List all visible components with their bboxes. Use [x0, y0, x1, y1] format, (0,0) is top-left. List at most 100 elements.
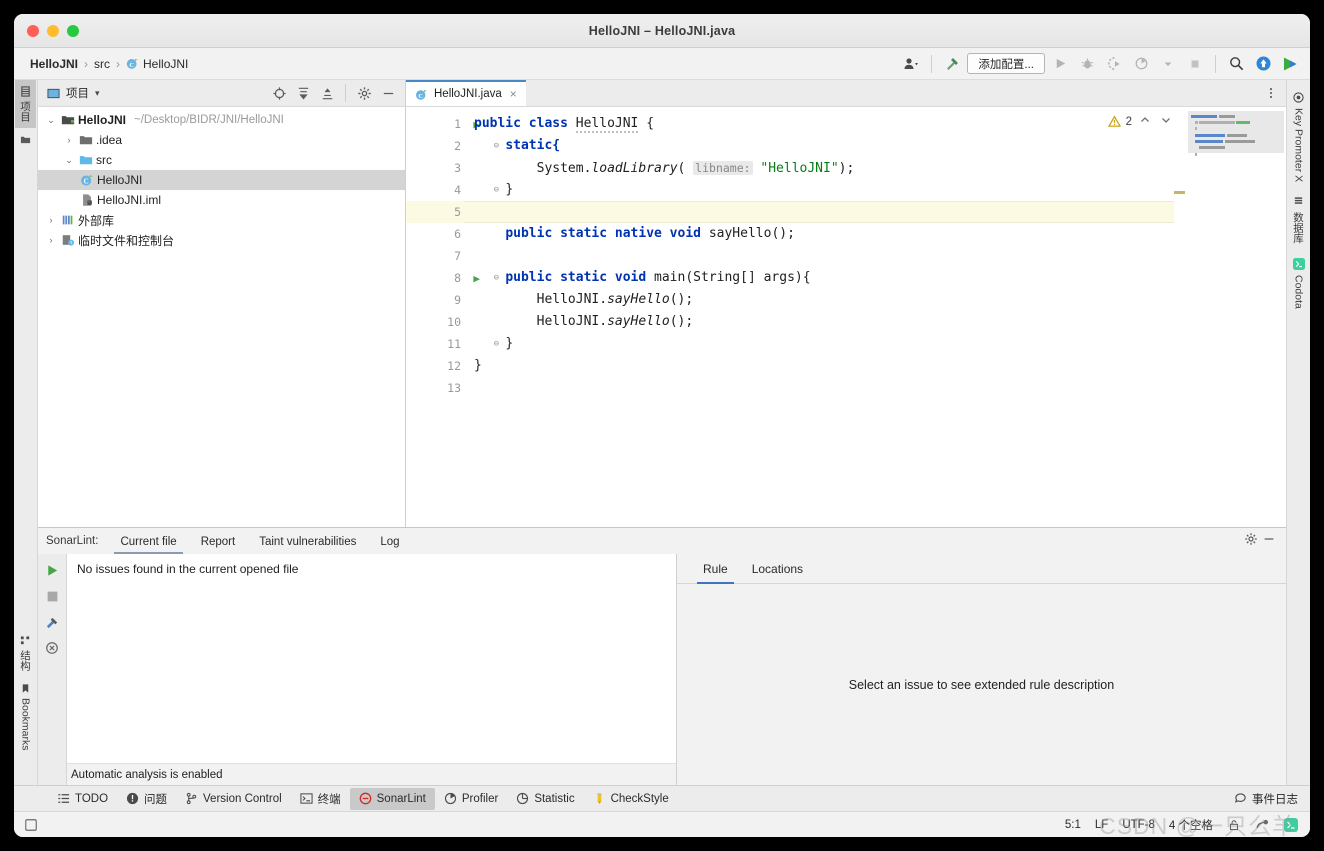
build-hammer-icon[interactable]: [940, 53, 964, 75]
next-problem-icon[interactable]: [1158, 114, 1174, 129]
code-line-11: }: [464, 333, 1174, 355]
tab-taint-vulnerabilities[interactable]: Taint vulnerabilities: [247, 528, 368, 554]
breadcrumb-item-class[interactable]: C HelloJNI: [124, 56, 190, 72]
run-anything-icon[interactable]: [1278, 53, 1302, 75]
panel-divider: [345, 84, 346, 102]
key-promoter-icon: [1293, 92, 1304, 103]
tree-node-hellojni-class[interactable]: C HelloJNI: [38, 170, 405, 190]
tab-rule[interactable]: Rule: [691, 554, 740, 584]
sidebar-item-database[interactable]: 数据库: [1288, 190, 1309, 250]
codota-status-icon[interactable]: [1284, 817, 1298, 832]
sidebar-item-codota[interactable]: Codota: [1290, 252, 1308, 315]
clean-icon[interactable]: [44, 614, 60, 630]
hide-panel-icon[interactable]: [1262, 532, 1276, 551]
breadcrumb-item-src[interactable]: src: [92, 56, 112, 72]
tool-button-todo[interactable]: TODO: [48, 788, 117, 810]
sidebar-item-project[interactable]: 项目: [15, 80, 36, 128]
status-bar: 5:1 LF UTF-8 4 个空格 CSDN @一只么羊: [14, 811, 1310, 837]
line-number: 6: [454, 227, 461, 241]
chevron-down-icon[interactable]: ⌄: [44, 115, 58, 126]
line-number: 3: [454, 161, 461, 175]
tool-button-statistic[interactable]: Statistic: [507, 788, 583, 810]
tool-button-checkstyle[interactable]: CheckStyle: [584, 788, 678, 810]
tree-node-src[interactable]: ⌄ src: [38, 150, 405, 170]
close-icon[interactable]: ×: [510, 87, 517, 101]
indent-size[interactable]: 4 个空格: [1169, 817, 1213, 833]
inspection-widget[interactable]: 2: [1107, 114, 1174, 129]
hide-panel-icon[interactable]: [377, 83, 399, 103]
error-stripe-marker[interactable]: [1174, 107, 1186, 527]
tool-button-sonarlint[interactable]: SonarLint: [349, 787, 435, 810]
editor-tab-overflow[interactable]: [1264, 80, 1286, 106]
vcs-branch-icon[interactable]: [1255, 817, 1270, 832]
tool-button-terminal[interactable]: 终端: [291, 788, 350, 810]
read-only-lock-icon[interactable]: [1227, 818, 1241, 832]
stop-icon[interactable]: [1183, 53, 1207, 75]
token-brace: {: [646, 116, 655, 131]
event-log-button[interactable]: 事件日志: [1234, 791, 1310, 807]
chevron-down-icon[interactable]: [1156, 53, 1180, 75]
tree-node-idea[interactable]: › .idea: [38, 130, 405, 150]
tool-button-profiler[interactable]: Profiler: [435, 788, 507, 810]
ide-window: HelloJNI – HelloJNI.java HelloJNI › src …: [14, 14, 1310, 837]
search-everywhere-icon[interactable]: [1224, 53, 1248, 75]
chevron-down-icon[interactable]: ⌄: [62, 155, 76, 166]
inspection-count: 2: [1125, 115, 1132, 128]
chevron-right-icon[interactable]: ›: [44, 235, 58, 245]
run-with-coverage-icon[interactable]: [1102, 53, 1126, 75]
chevron-right-icon[interactable]: ›: [62, 135, 76, 145]
tab-report[interactable]: Report: [189, 528, 248, 554]
project-panel-title-group[interactable]: 项目 ▾: [47, 85, 100, 101]
locate-target-icon[interactable]: [268, 83, 290, 103]
sidebar-item-key-promoter-x[interactable]: Key Promoter X: [1290, 86, 1308, 188]
gutter-line: 5: [406, 201, 464, 223]
sonarlint-icon: [359, 792, 372, 805]
sidebar-label-database: 数据库: [1292, 212, 1304, 244]
line-separator[interactable]: LF: [1095, 819, 1108, 831]
sidebar-item-structure[interactable]: 结构: [15, 629, 36, 677]
sidebar-item-folder[interactable]: [17, 128, 34, 151]
editor-gutter[interactable]: 1 ▶ 2 ⊖ 3 4 ⊖ 5 6 7 8 ▶ ⊖ 9 10 11 ⊖ 12 1…: [406, 107, 499, 527]
editor-tab-hellojni-java[interactable]: C HelloJNI.java ×: [406, 80, 526, 106]
settings-gear-icon[interactable]: [1244, 532, 1258, 551]
breadcrumb-item-project[interactable]: HelloJNI: [28, 56, 80, 72]
expand-all-icon[interactable]: [292, 83, 314, 103]
code-minimap[interactable]: [1186, 107, 1286, 527]
tab-log[interactable]: Log: [368, 528, 411, 554]
run-icon[interactable]: [1048, 53, 1072, 75]
caret-position[interactable]: 5:1: [1065, 819, 1081, 831]
cancel-icon[interactable]: [44, 640, 60, 656]
tool-button-problems[interactable]: 问题: [117, 788, 176, 810]
tree-node-hellojni-iml[interactable]: HelloJNI.iml: [38, 190, 405, 210]
tree-node-hellojni-root[interactable]: ⌄ HelloJNI ~/Desktop/BIDR/JNI/HelloJNI: [38, 110, 405, 130]
sonarlint-body: No issues found in the current opened fi…: [38, 554, 1286, 785]
toolbar-divider: [931, 54, 933, 73]
profile-icon[interactable]: [1129, 53, 1153, 75]
chevron-right-icon[interactable]: ›: [44, 215, 58, 225]
tab-locations[interactable]: Locations: [740, 554, 815, 584]
user-dropdown-icon[interactable]: [899, 53, 923, 75]
analyze-run-icon[interactable]: [44, 562, 60, 578]
settings-gear-icon[interactable]: [353, 83, 375, 103]
toggle-navbar-icon[interactable]: [24, 818, 38, 832]
tool-window-bar: TODO 问题 Version Control 终端 SonarLint Pro…: [14, 785, 1310, 811]
update-project-icon[interactable]: [1251, 53, 1275, 75]
collapse-all-icon[interactable]: [316, 83, 338, 103]
debug-icon[interactable]: [1075, 53, 1099, 75]
stop-icon[interactable]: [44, 588, 60, 604]
code-editor[interactable]: 1 ▶ 2 ⊖ 3 4 ⊖ 5 6 7 8 ▶ ⊖ 9 10 11 ⊖ 12 1…: [406, 107, 1286, 527]
folder-icon: [20, 134, 31, 145]
tree-node-scratches[interactable]: › 临时文件和控制台: [38, 230, 405, 250]
chevron-down-icon[interactable]: ▾: [95, 88, 100, 99]
sonarlint-issue-list[interactable]: No issues found in the current opened fi…: [67, 554, 677, 785]
gutter-line: 12: [406, 355, 464, 377]
code-text[interactable]: public class HelloJNI { static{ System.l…: [464, 107, 1174, 527]
previous-problem-icon[interactable]: [1137, 114, 1153, 129]
file-encoding[interactable]: UTF-8: [1122, 819, 1155, 831]
sidebar-item-bookmarks[interactable]: Bookmarks: [17, 677, 35, 757]
tree-node-external-libraries[interactable]: › 外部库: [38, 210, 405, 230]
tab-current-file[interactable]: Current file: [108, 528, 188, 554]
tool-button-version-control[interactable]: Version Control: [176, 788, 291, 810]
add-configuration-button[interactable]: 添加配置...: [967, 53, 1045, 74]
tree-label: HelloJNI: [97, 173, 143, 187]
